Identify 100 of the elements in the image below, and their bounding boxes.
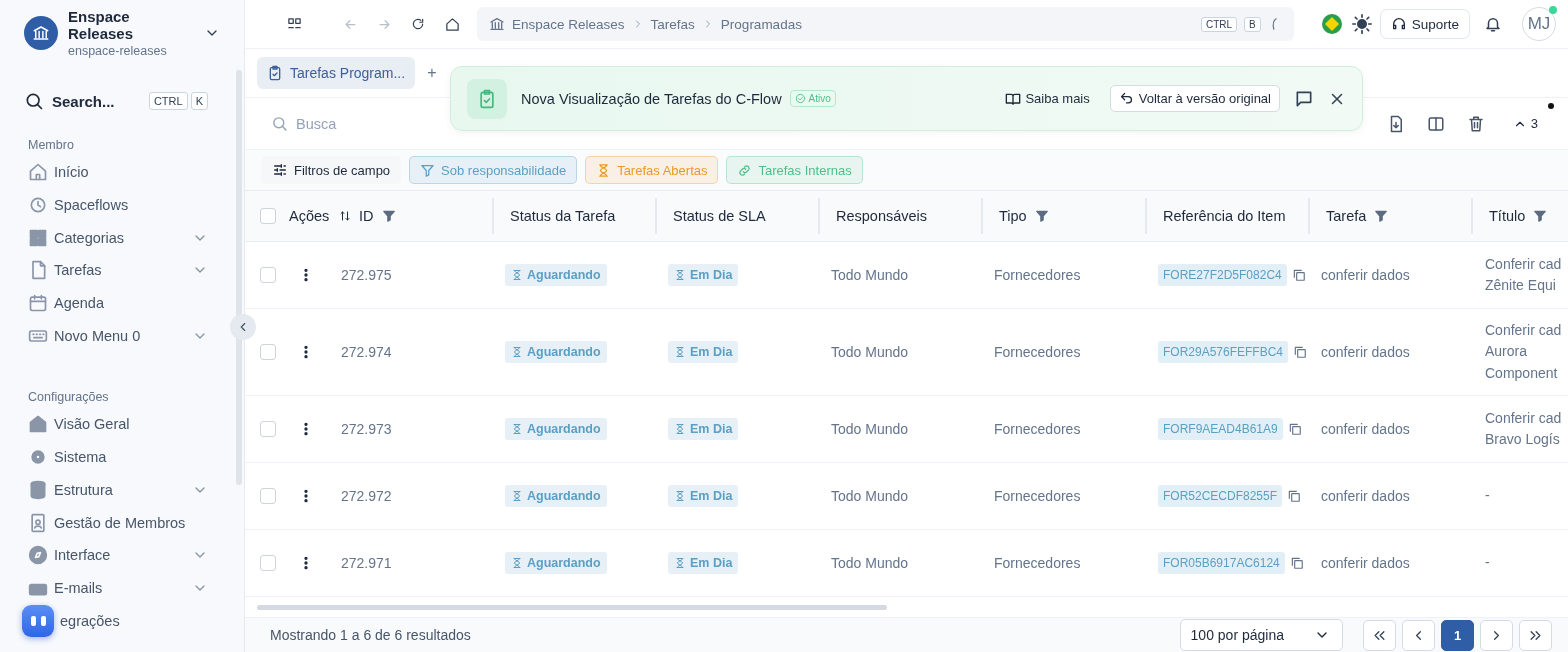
last-page-button[interactable] bbox=[1519, 619, 1552, 651]
breadcrumb-link[interactable]: Tarefas bbox=[650, 16, 695, 32]
key-cap: K bbox=[190, 92, 208, 110]
sidebar-item[interactable]: E-mails bbox=[24, 571, 244, 605]
table-cell-text: Fornecedores bbox=[993, 344, 1082, 360]
column-header[interactable]: Referência do Item bbox=[1145, 198, 1308, 234]
hourglass-icon bbox=[511, 490, 523, 502]
table-cell-text: - bbox=[1484, 486, 1491, 506]
table-cell-text: Conferir cad Aurora Component bbox=[1484, 320, 1563, 383]
column-header[interactable]: Status da Tarefa bbox=[492, 198, 655, 234]
sidebar-search[interactable]: Search... CTRL K bbox=[24, 86, 244, 116]
table-cell-text: conferir dados bbox=[1320, 267, 1411, 283]
table-cell-text: Todo Mundo bbox=[830, 421, 910, 437]
hourglass-icon bbox=[674, 557, 686, 569]
status-badge: Aguardando bbox=[505, 341, 607, 363]
table-cell-text: Fornecedores bbox=[993, 267, 1082, 283]
copy-icon bbox=[1291, 268, 1306, 282]
breadcrumb-link[interactable]: Enspace Releases bbox=[512, 16, 625, 32]
table-cell-text: conferir dados bbox=[1320, 555, 1411, 571]
check-circle-icon bbox=[794, 93, 806, 104]
calendar-icon bbox=[28, 293, 48, 314]
sla-badge: Em Dia bbox=[668, 485, 739, 507]
filter-chip[interactable]: Filtros de campo bbox=[261, 156, 402, 184]
row-checkbox[interactable] bbox=[260, 267, 276, 283]
row-checkbox[interactable] bbox=[260, 488, 276, 504]
column-header[interactable]: Título bbox=[1471, 198, 1568, 234]
column-header[interactable]: Tarefa bbox=[1308, 198, 1471, 234]
house-icon bbox=[28, 414, 48, 435]
sidebar-item[interactable]: egrações bbox=[24, 604, 244, 637]
columns-icon bbox=[1426, 114, 1445, 133]
learn-more-link[interactable]: Saiba mais bbox=[999, 89, 1096, 108]
select-all-checkbox[interactable] bbox=[260, 208, 276, 224]
table-cell-text: conferir dados bbox=[1320, 344, 1411, 360]
page-button[interactable]: 1 bbox=[1441, 619, 1474, 651]
sla-badge: Em Dia bbox=[668, 341, 739, 363]
search-field[interactable]: Busca bbox=[294, 114, 438, 133]
tab[interactable]: Tarefas Program... bbox=[257, 57, 416, 89]
horizontal-scrollbar[interactable] bbox=[257, 604, 887, 610]
assistant-button[interactable] bbox=[22, 604, 54, 637]
hourglass-icon bbox=[674, 490, 686, 502]
scrollbar[interactable] bbox=[236, 70, 242, 485]
key-cap: B bbox=[1244, 16, 1261, 32]
sliders-icon bbox=[272, 162, 288, 178]
database-icon bbox=[28, 479, 48, 500]
row-checkbox[interactable] bbox=[260, 344, 276, 360]
sidebar-item[interactable]: Visão Geral bbox=[24, 408, 244, 441]
hourglass-icon bbox=[674, 269, 686, 281]
row-checkbox[interactable] bbox=[260, 421, 276, 437]
status-badge: Aguardando bbox=[505, 485, 607, 507]
column-header[interactable]: Status de SLA bbox=[655, 198, 818, 234]
copy-icon bbox=[1289, 556, 1304, 570]
copy-icon bbox=[1287, 489, 1302, 503]
table-cell-text: Fornecedores bbox=[993, 421, 1082, 437]
support-button[interactable]: Suporte bbox=[1379, 9, 1470, 39]
hourglass-icon bbox=[511, 346, 523, 358]
row-checkbox[interactable] bbox=[260, 555, 276, 571]
hourglass-icon bbox=[511, 557, 523, 569]
breadcrumb-link[interactable]: Programadas bbox=[720, 16, 802, 32]
column-header[interactable]: Ações bbox=[281, 198, 331, 234]
sidebar-item[interactable]: Tarefas bbox=[24, 254, 244, 287]
status-badge: Aguardando bbox=[505, 264, 607, 286]
funnel-icon bbox=[420, 162, 436, 178]
column-header[interactable]: Tipo bbox=[981, 198, 1145, 234]
sla-badge: Em Dia bbox=[668, 264, 739, 286]
sidebar-item[interactable]: Interface bbox=[24, 538, 244, 572]
status-badge: Aguardando bbox=[505, 552, 607, 574]
language-flag-icon[interactable] bbox=[1321, 14, 1342, 34]
results-summary: Mostrando 1 a 6 de 6 resultados bbox=[270, 627, 472, 643]
sidebar-item[interactable]: Início bbox=[24, 156, 244, 189]
hourglass-icon bbox=[511, 269, 523, 281]
clipboard-check-icon bbox=[267, 65, 283, 81]
table-cell-text: - bbox=[1484, 553, 1491, 573]
home-icon bbox=[28, 162, 48, 183]
first-page-button[interactable] bbox=[1363, 619, 1396, 651]
table-cell-text: 272.975 bbox=[340, 267, 393, 283]
workspace-logo[interactable] bbox=[24, 16, 58, 50]
copy-icon bbox=[1293, 345, 1308, 359]
sidebar-item[interactable]: Categorias bbox=[24, 221, 244, 255]
sidebar-item[interactable]: Spaceflows bbox=[24, 188, 244, 222]
key-cap: CTRL bbox=[148, 92, 188, 110]
sidebar-item[interactable]: Gestão de Membros bbox=[24, 506, 244, 539]
page-size-select[interactable]: 100 por página bbox=[1179, 619, 1343, 651]
banner-title: Nova Visualização de Tarefas do C-Flow bbox=[521, 90, 782, 107]
table-cell-text: 272.972 bbox=[340, 488, 393, 504]
section-title: Configurações bbox=[28, 390, 110, 405]
column-header[interactable]: Responsáveis bbox=[818, 198, 981, 234]
collapse-button[interactable]: 3 bbox=[1506, 115, 1544, 132]
revert-button[interactable]: Voltar à versão original bbox=[1109, 85, 1280, 112]
bell-icon bbox=[1484, 15, 1502, 33]
sidebar-item[interactable]: Estrutura bbox=[24, 473, 244, 507]
headset-icon bbox=[1390, 16, 1407, 32]
table-cell-text: Fornecedores bbox=[993, 488, 1082, 504]
link-icon bbox=[737, 162, 753, 178]
sidebar-item[interactable]: Agenda bbox=[24, 286, 244, 320]
sort-icon bbox=[339, 210, 351, 222]
sidebar-item[interactable]: Sistema bbox=[24, 440, 244, 474]
bank-icon bbox=[32, 24, 50, 42]
column-header[interactable]: ID bbox=[331, 198, 492, 234]
add-tab-button[interactable]: + bbox=[423, 64, 441, 82]
workspace-slug: enspace-releases bbox=[68, 44, 168, 58]
